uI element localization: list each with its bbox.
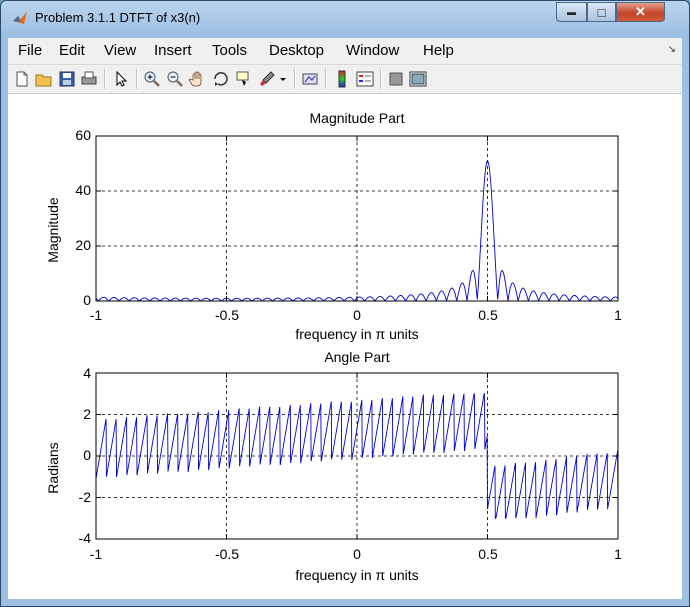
- print-icon[interactable]: [79, 69, 99, 89]
- figure-canvas[interactable]: Magnitude Part Magnitude frequency in π …: [8, 94, 682, 599]
- figure-toolbar: [8, 65, 682, 94]
- title-bar[interactable]: Problem 3.1.1 DTFT of x3(n) ▬ □ ✕: [1, 1, 689, 35]
- rotate-3d-icon[interactable]: [211, 69, 231, 89]
- x-tick-label: 1: [614, 546, 622, 562]
- link-plot-icon[interactable]: [300, 69, 320, 89]
- zoom-out-icon[interactable]: [165, 69, 185, 89]
- data-cursor-icon[interactable]: [234, 69, 254, 89]
- colorbar-icon[interactable]: [332, 69, 352, 89]
- pan-hand-icon[interactable]: [188, 69, 208, 89]
- x-axis-label: frequency in π units: [295, 567, 418, 583]
- x-tick-label: -1: [90, 546, 103, 562]
- window-title: Problem 3.1.1 DTFT of x3(n): [35, 10, 201, 25]
- menu-edit[interactable]: Edit: [59, 42, 85, 59]
- toolbar-separator: [325, 69, 327, 89]
- y-tick-label: -2: [79, 489, 92, 505]
- y-axis-label: Magnitude: [45, 197, 61, 263]
- toolbar-separator: [294, 69, 296, 89]
- toolbar-separator: [104, 69, 106, 89]
- magnitude-axes[interactable]: Magnitude Part Magnitude frequency in π …: [45, 110, 622, 342]
- brush-icon[interactable]: [257, 69, 277, 89]
- menu-view[interactable]: View: [104, 42, 136, 59]
- x-tick-label: 0.5: [478, 546, 498, 562]
- toolbar-separator: [380, 69, 382, 89]
- y-tick-label: 20: [75, 237, 91, 253]
- select-arrow-icon[interactable]: [111, 69, 131, 89]
- show-plot-tools-icon[interactable]: [408, 69, 428, 89]
- brush-dropdown-icon[interactable]: [278, 69, 288, 89]
- y-tick-label: 40: [75, 182, 91, 198]
- y-axis-label: Radians: [45, 442, 61, 493]
- plots-svg: Magnitude Part Magnitude frequency in π …: [45, 110, 622, 583]
- hide-plot-tools-icon[interactable]: [386, 69, 406, 89]
- maximize-button[interactable]: □: [587, 2, 616, 22]
- menu-insert[interactable]: Insert: [154, 42, 192, 59]
- toolbar-separator: [136, 69, 138, 89]
- y-tick-label: 4: [83, 365, 91, 381]
- y-tick-label: -4: [79, 530, 92, 546]
- menu-help[interactable]: Help: [423, 42, 454, 59]
- axes-title: Magnitude Part: [310, 110, 405, 126]
- x-tick-label: 0: [353, 546, 361, 562]
- x-tick-label: 0.5: [478, 307, 498, 323]
- minimize-button[interactable]: ▬: [556, 2, 587, 22]
- x-tick-label: -1: [90, 307, 103, 323]
- x-tick-label: 0: [353, 307, 361, 323]
- menu-tools[interactable]: Tools: [212, 42, 247, 59]
- angle-axes[interactable]: Angle Part Radians frequency in π units …: [45, 349, 622, 583]
- x-tick-label: 1: [614, 307, 622, 323]
- new-figure-icon[interactable]: [12, 69, 32, 89]
- menu-file[interactable]: File: [18, 42, 42, 59]
- menu-desktop[interactable]: Desktop: [269, 42, 324, 59]
- minimize-icon: ▬: [567, 7, 576, 17]
- y-tick-label: 0: [83, 447, 91, 463]
- maximize-icon: □: [597, 4, 606, 20]
- y-tick-label: 60: [75, 127, 91, 143]
- close-button[interactable]: ✕: [616, 2, 665, 22]
- axes-title: Angle Part: [324, 349, 389, 365]
- matlab-logo-icon: [13, 11, 27, 24]
- close-icon: ✕: [635, 4, 646, 19]
- open-file-icon[interactable]: [34, 69, 54, 89]
- legend-icon[interactable]: [355, 69, 375, 89]
- zoom-in-icon[interactable]: [142, 69, 162, 89]
- menu-bar: File Edit View Insert Tools Desktop Wind…: [8, 38, 682, 65]
- save-icon[interactable]: [57, 69, 77, 89]
- y-tick-label: 0: [83, 292, 91, 308]
- y-tick-label: 2: [83, 406, 91, 422]
- menu-overflow-icon[interactable]: ↘: [668, 44, 676, 55]
- x-axis-label: frequency in π units: [295, 326, 418, 342]
- x-tick-label: -0.5: [215, 307, 239, 323]
- figure-window: Problem 3.1.1 DTFT of x3(n) ▬ □ ✕ File E…: [0, 0, 690, 607]
- menu-window[interactable]: Window: [346, 42, 399, 59]
- x-tick-label: -0.5: [215, 546, 239, 562]
